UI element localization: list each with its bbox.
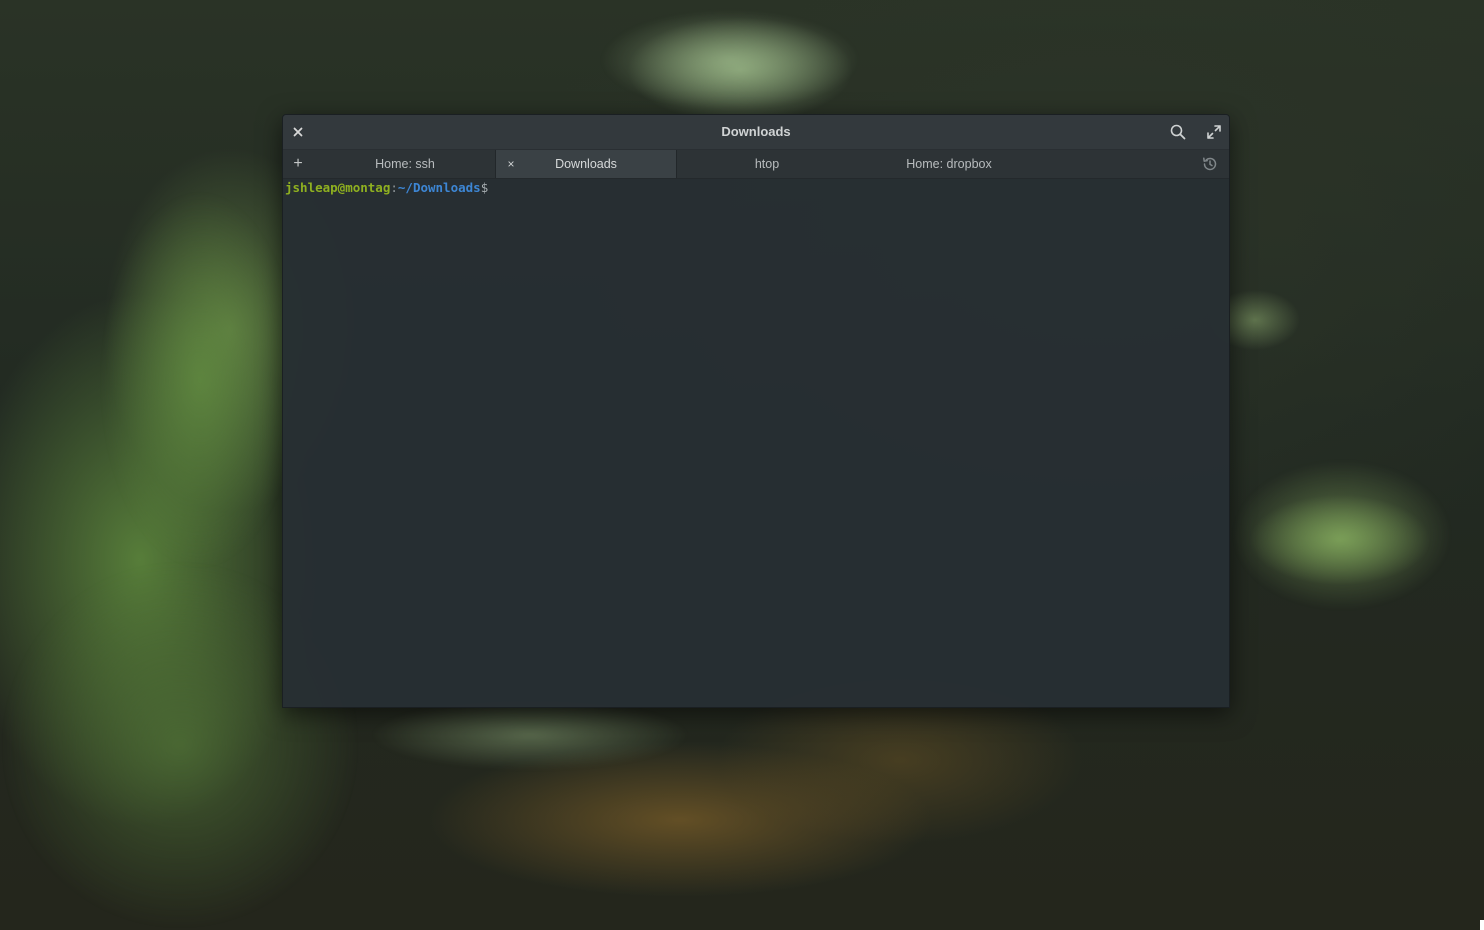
wallpaper-foliage-top xyxy=(600,10,860,110)
search-button[interactable] xyxy=(1169,123,1187,141)
prompt-user-host: jshleap@montag xyxy=(285,180,391,195)
tab-bar: + Home: ssh × Downloads htop Home: dropb… xyxy=(283,150,1229,179)
tab-label: Home: ssh xyxy=(375,157,435,171)
wallpaper-foliage-under-window xyxy=(370,700,690,770)
tab-close-button[interactable]: × xyxy=(504,150,518,178)
title-bar: Downloads xyxy=(283,115,1229,150)
tab-downloads[interactable]: × Downloads xyxy=(495,150,677,178)
tab-label: htop xyxy=(754,157,780,171)
close-window-button[interactable] xyxy=(289,123,307,141)
wallpaper-foliage-left xyxy=(100,190,300,570)
tab-htop[interactable]: htop xyxy=(677,150,857,178)
prompt-path: ~/Downloads xyxy=(397,180,481,195)
search-icon xyxy=(1170,124,1186,140)
history-icon xyxy=(1203,157,1217,171)
window-title: Downloads xyxy=(721,124,791,139)
close-icon xyxy=(293,127,303,137)
tab-home-ssh[interactable]: Home: ssh xyxy=(315,150,495,178)
closed-tabs-history-button[interactable] xyxy=(1201,155,1219,173)
wallpaper-foliage-right xyxy=(1232,460,1452,610)
prompt-symbol: $ xyxy=(480,180,489,195)
shell-prompt: jshleap@montag:~/Downloads$ xyxy=(285,180,488,196)
fullscreen-button[interactable] xyxy=(1205,123,1223,141)
new-tab-button[interactable]: + xyxy=(289,154,307,174)
terminal-window: Downloads + Home: ssh × Downloads htop H… xyxy=(282,114,1230,708)
terminal-output-area[interactable]: jshleap@montag:~/Downloads$ xyxy=(283,179,1229,707)
fullscreen-icon xyxy=(1207,125,1221,139)
prompt-separator: : xyxy=(390,180,398,195)
tab-label: Downloads xyxy=(555,157,617,171)
tab-label: Home: dropbox xyxy=(906,157,992,171)
mouse-cursor-icon xyxy=(1480,920,1484,930)
tab-home-dropbox[interactable]: Home: dropbox xyxy=(857,150,1041,178)
